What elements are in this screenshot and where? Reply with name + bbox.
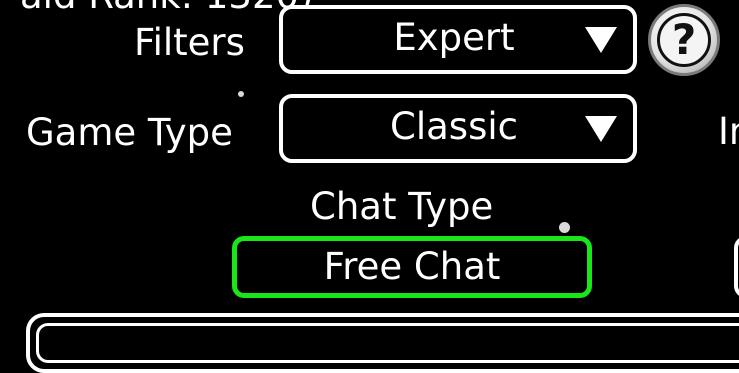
help-button[interactable]: ? — [648, 4, 720, 76]
right-partial-label: In — [718, 110, 739, 153]
bottom-panel-inner-frame — [36, 323, 739, 363]
chevron-down-icon — [585, 26, 617, 53]
question-mark-icon: ? — [657, 13, 711, 67]
chevron-down-icon — [585, 115, 617, 142]
filters-selected-value: Expert — [393, 16, 515, 59]
decorative-dot — [559, 222, 570, 233]
rank-text-partial: ald Rank: 1320) — [20, 0, 313, 17]
game-type-selected-value: Classic — [390, 105, 518, 148]
help-glyph: ? — [671, 15, 697, 64]
free-chat-button[interactable]: Free Chat — [232, 236, 592, 298]
free-chat-label: Free Chat — [323, 244, 501, 288]
game-type-label: Game Type — [26, 111, 233, 154]
filters-label: Filters — [134, 21, 245, 64]
chat-type-label: Chat Type — [310, 185, 494, 228]
decorative-dot — [238, 91, 244, 97]
chat-option-button-partial[interactable] — [734, 236, 739, 298]
bottom-panel-partial — [26, 313, 739, 373]
game-type-dropdown[interactable]: Classic — [279, 94, 637, 163]
filters-dropdown[interactable]: Expert — [279, 5, 637, 74]
